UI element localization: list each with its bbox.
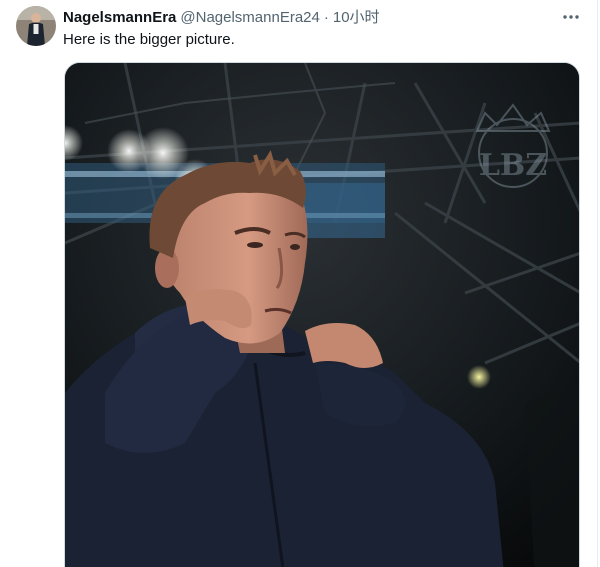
tweet-media[interactable]: LBZ bbox=[64, 62, 580, 567]
separator-dot: · bbox=[323, 9, 329, 26]
user-handle[interactable]: @NagelsmannEra24 bbox=[180, 8, 319, 28]
tweet-text: Here is the bigger picture. bbox=[63, 31, 235, 48]
display-name[interactable]: NagelsmannEra bbox=[63, 8, 176, 28]
divider bbox=[597, 0, 598, 567]
watermark-text: LBZ bbox=[479, 148, 547, 183]
tweet[interactable]: NagelsmannEra @NagelsmannEra24 · 10小时 He… bbox=[0, 0, 600, 567]
timestamp[interactable]: 10小时 bbox=[333, 8, 380, 28]
avatar[interactable] bbox=[16, 6, 56, 46]
more-button[interactable] bbox=[556, 4, 586, 30]
tweet-header: NagelsmannEra @NagelsmannEra24 · 10小时 bbox=[63, 8, 540, 28]
more-horizontal-icon bbox=[563, 15, 579, 19]
